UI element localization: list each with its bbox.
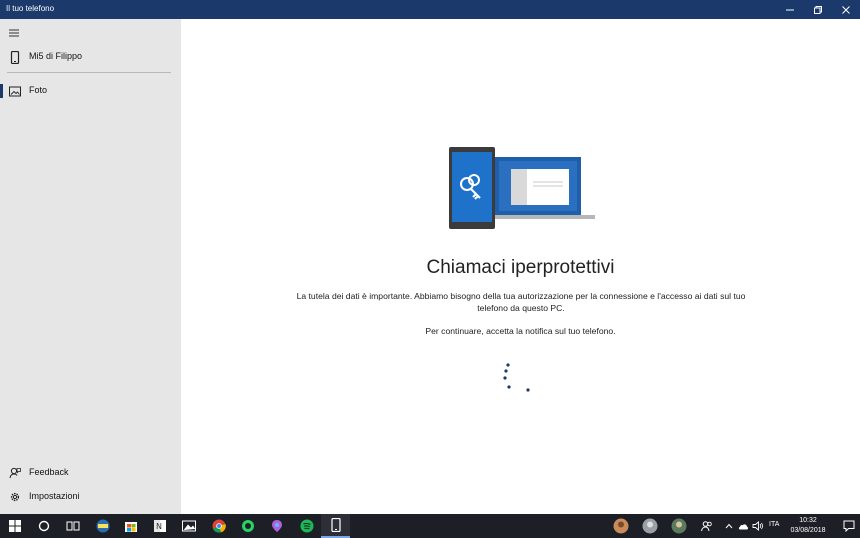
feedback-icon xyxy=(8,466,22,480)
clock-date: 03/08/2018 xyxy=(790,527,826,534)
selection-indicator xyxy=(0,84,3,98)
window-title: Il tuo telefono xyxy=(6,4,55,13)
taskbar-maps[interactable] xyxy=(262,514,291,538)
tray-avatar-1[interactable] xyxy=(611,514,631,538)
tray-avatar-3[interactable] xyxy=(669,514,689,538)
notification-icon xyxy=(843,520,855,532)
hamburger-menu-button[interactable] xyxy=(4,25,24,41)
chevron-up-icon xyxy=(725,523,733,529)
action-center-button[interactable] xyxy=(838,514,860,538)
tray-onedrive[interactable] xyxy=(736,514,750,538)
taskbar-whatsapp[interactable] xyxy=(233,514,262,538)
instruction-text: Per continuare, accetta la notifica sul … xyxy=(425,326,616,336)
tray-people[interactable] xyxy=(698,514,716,538)
sidebar-item-label: Feedback xyxy=(29,467,69,477)
page-title: Chiamaci iperprotettivi xyxy=(426,257,615,278)
sidebar-item-settings[interactable]: Impostazioni xyxy=(0,484,181,510)
onenote-icon: N xyxy=(153,520,166,532)
photos-icon xyxy=(8,84,22,98)
sidebar: Mi5 di Filippo Foto Feedback Impostazion… xyxy=(0,19,181,514)
minimize-button[interactable] xyxy=(776,0,804,19)
sidebar-item-feedback[interactable]: Feedback xyxy=(0,460,181,486)
close-icon xyxy=(842,5,850,14)
minimize-icon xyxy=(786,9,794,10)
restore-icon xyxy=(814,5,822,14)
taskbar-photos[interactable] xyxy=(174,514,203,538)
language-indicator[interactable]: ITA xyxy=(769,521,779,528)
taskbar-spotify[interactable] xyxy=(292,514,321,538)
windows-start-icon xyxy=(8,520,21,532)
sidebar-item-device[interactable]: Mi5 di Filippo xyxy=(0,44,181,70)
taskbar: N ITA 10:32 03/08/2018 xyxy=(0,514,860,538)
description-text: La tutela dei dati è importante. Abbiamo… xyxy=(296,291,746,313)
clock-time: 10:32 xyxy=(799,517,817,524)
sidebar-item-label: Impostazioni xyxy=(29,491,80,501)
cortana-icon xyxy=(38,520,49,532)
phone-laptop-illustration xyxy=(449,147,595,229)
close-button[interactable] xyxy=(832,0,860,19)
taskbar-store[interactable] xyxy=(116,514,145,538)
whatsapp-icon xyxy=(241,520,254,532)
title-bar: Il tuo telefono xyxy=(0,0,860,19)
loading-spinner xyxy=(503,363,530,392)
taskbar-onenote[interactable]: N xyxy=(145,514,174,538)
phone-icon xyxy=(8,50,22,64)
tray-avatar-2[interactable] xyxy=(640,514,660,538)
device-label: Mi5 di Filippo xyxy=(29,51,83,61)
tray-volume[interactable] xyxy=(750,514,766,538)
main-content: Chiamaci iperprotettivi La tutela dei da… xyxy=(181,19,860,514)
clock[interactable]: 10:32 03/08/2018 xyxy=(787,516,829,536)
chrome-icon xyxy=(212,519,226,533)
tray-overflow[interactable] xyxy=(722,514,736,538)
gear-icon xyxy=(8,490,22,504)
start-button[interactable] xyxy=(0,514,29,538)
cloud-icon xyxy=(738,524,749,530)
avatar-icon xyxy=(642,518,658,534)
maps-icon xyxy=(271,520,282,532)
store-icon xyxy=(124,522,137,532)
hamburger-icon xyxy=(9,29,19,37)
speaker-icon xyxy=(752,521,763,531)
restore-button[interactable] xyxy=(804,0,832,19)
your-phone-icon xyxy=(330,518,341,532)
task-view-button[interactable] xyxy=(58,514,87,538)
taskbar-your-phone[interactable] xyxy=(321,514,350,538)
people-icon xyxy=(701,521,712,532)
taskbar-chrome[interactable] xyxy=(204,514,233,538)
sidebar-item-photos[interactable]: Foto xyxy=(0,78,181,104)
taskbar-app[interactable] xyxy=(88,514,117,538)
app-icon xyxy=(96,519,109,533)
task-view-icon xyxy=(66,521,79,531)
avatar-icon xyxy=(613,518,629,534)
spotify-icon xyxy=(300,519,313,533)
avatar-icon xyxy=(671,518,687,534)
cortana-button[interactable] xyxy=(29,514,58,538)
svg-text:N: N xyxy=(156,522,162,531)
sidebar-item-label: Foto xyxy=(29,85,48,95)
photos-icon xyxy=(181,520,196,532)
sidebar-divider xyxy=(7,72,171,73)
